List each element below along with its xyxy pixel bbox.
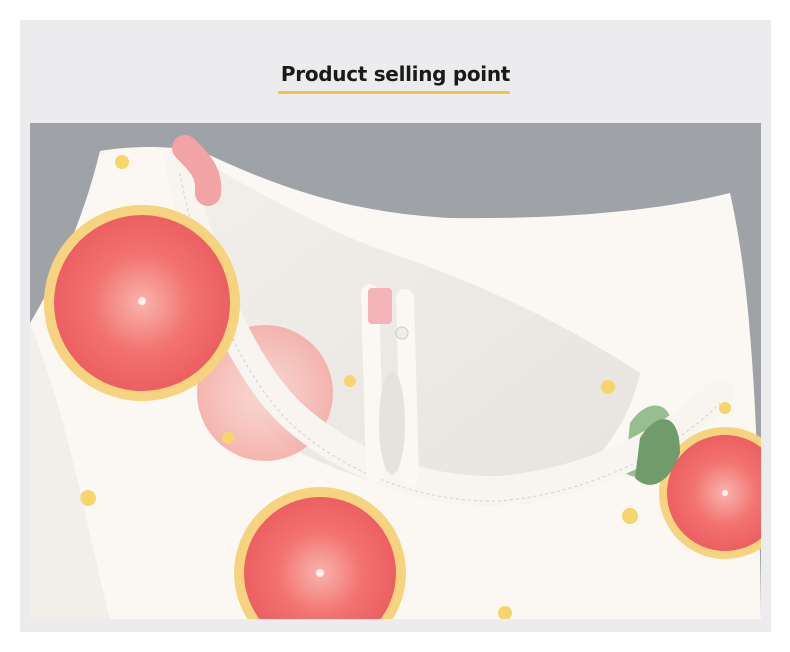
section-title: Product selling point: [280, 62, 511, 86]
product-photo: [30, 123, 761, 619]
button: [395, 326, 409, 340]
keyhole-opening: [379, 371, 405, 475]
grapefruit-print-left: [44, 205, 240, 401]
pink-tab: [368, 288, 392, 324]
product-feature-panel: Product selling point: [20, 20, 771, 632]
neckline-closeup-image: [30, 123, 761, 619]
section-header: Product selling point: [20, 62, 771, 86]
title-underline: [278, 91, 510, 94]
